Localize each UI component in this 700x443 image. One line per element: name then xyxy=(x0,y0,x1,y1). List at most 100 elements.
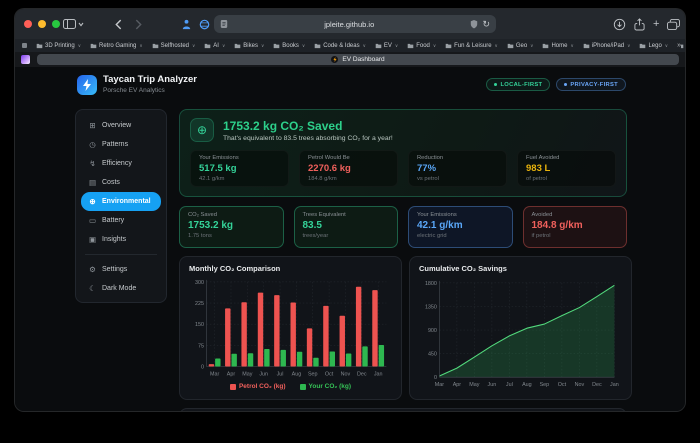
bookmark-folder[interactable]: Code & Ideas xyxy=(314,43,366,49)
svg-text:Oct: Oct xyxy=(558,382,567,388)
svg-text:Jun: Jun xyxy=(259,371,268,377)
tab-title: EV Dashboard xyxy=(342,56,384,63)
tile-value: 517.5 kg xyxy=(199,163,280,174)
grid-icon: ⊞ xyxy=(88,121,97,130)
stat-your-emissions: Your Emissions 42.1 g/km electric grid xyxy=(408,206,513,248)
page-subtitle: Porsche EV Analytics xyxy=(103,87,197,94)
svg-text:Sep: Sep xyxy=(540,382,550,388)
svg-text:Jul: Jul xyxy=(277,371,284,377)
sidebar-item-overview[interactable]: ⊞Overview xyxy=(81,116,161,135)
bookmark-folder[interactable]: Fun & Leisure xyxy=(445,43,498,49)
bookmark-folder[interactable]: Selfhosted xyxy=(152,43,196,49)
sidebar-item-costs[interactable]: ▤Costs xyxy=(81,173,161,192)
sidebar-item-patterns[interactable]: ◷Patterns xyxy=(81,135,161,154)
svg-text:Oct: Oct xyxy=(325,371,334,377)
pinned-tab[interactable] xyxy=(21,55,30,64)
reload-icon[interactable]: ↻ xyxy=(482,20,490,29)
sidebar-item-settings[interactable]: ⚙Settings xyxy=(81,260,161,279)
clock-icon: ◷ xyxy=(88,140,97,149)
sidebar-item-insights[interactable]: ▣Insights xyxy=(81,230,161,249)
svg-text:1350: 1350 xyxy=(425,304,437,310)
sidebar-divider xyxy=(85,254,157,255)
bookmark-folder[interactable]: Geo xyxy=(507,43,534,49)
bookmark-folder[interactable]: Books xyxy=(273,43,305,49)
legend-your[interactable]: Your CO₂ (kg) xyxy=(300,383,352,390)
share-button[interactable] xyxy=(634,16,645,32)
globe-icon: ⊕ xyxy=(190,118,214,142)
bookmark-folder[interactable]: AI xyxy=(204,43,225,49)
share-icon xyxy=(634,18,645,31)
extension-button-2[interactable] xyxy=(199,16,210,32)
reader-icon xyxy=(220,19,228,29)
svg-text:Mar: Mar xyxy=(210,371,219,377)
new-tab-button[interactable]: + xyxy=(653,16,659,32)
sidebar-item-battery[interactable]: ▭Battery xyxy=(81,211,161,230)
downloads-button[interactable] xyxy=(613,16,626,32)
svg-text:Aug: Aug xyxy=(522,382,532,388)
battery-icon: ▭ xyxy=(88,216,97,225)
stat-value: 83.5 xyxy=(303,220,390,231)
svg-text:75: 75 xyxy=(198,343,204,349)
svg-text:900: 900 xyxy=(428,328,437,334)
tab-ev-dashboard[interactable]: EV Dashboard xyxy=(37,54,679,65)
close-window-button[interactable] xyxy=(24,20,32,28)
tile-fuel-avoided: Fuel Avoided 983 L of petrol xyxy=(517,150,616,187)
address-bar[interactable]: jpleite.github.io ↻ xyxy=(214,15,496,33)
status-dot-icon xyxy=(564,83,567,86)
forward-icon xyxy=(135,19,142,30)
page-header: Taycan Trip Analyzer Porsche EV Analytic… xyxy=(15,67,685,103)
status-dot-icon xyxy=(494,83,497,86)
tab-overview-button[interactable] xyxy=(667,16,680,32)
legend-petrol[interactable]: Petrol CO₂ (kg) xyxy=(230,383,286,390)
tab-overview-icon xyxy=(667,19,680,30)
extension-button-1[interactable] xyxy=(181,16,192,32)
svg-text:150: 150 xyxy=(195,322,204,328)
bookmark-folder[interactable]: iPhone/iPad xyxy=(583,43,631,49)
svg-text:1800: 1800 xyxy=(425,281,437,287)
chart-title: Cumulative CO₂ Savings xyxy=(419,264,622,273)
svg-text:Dec: Dec xyxy=(357,371,367,377)
sidebar-item-dark-mode[interactable]: ☾Dark Mode xyxy=(81,279,161,298)
minimize-window-button[interactable] xyxy=(38,20,46,28)
next-section-card xyxy=(179,408,627,412)
tile-value: 2270.6 kg xyxy=(308,163,389,174)
bookmarks-overflow-button[interactable]: » xyxy=(671,39,681,52)
local-first-badge: LOCAL-FIRST xyxy=(486,78,550,91)
tile-reduction: Reduction 77% vs petrol xyxy=(408,150,507,187)
stat-cards-row: CO₂ Saved 1753.2 kg 1.75 tons Trees Equi… xyxy=(179,206,627,248)
svg-text:Jul: Jul xyxy=(506,382,513,388)
bookmark-folder[interactable]: Home xyxy=(542,43,573,49)
forward-button[interactable] xyxy=(135,16,142,32)
back-button[interactable] xyxy=(115,16,122,32)
svg-text:May: May xyxy=(242,371,252,377)
sidebar-toggle-button[interactable] xyxy=(63,16,84,32)
zoom-window-button[interactable] xyxy=(52,20,60,28)
bookmark-folder[interactable]: Food xyxy=(407,43,436,49)
svg-text:0: 0 xyxy=(434,375,437,381)
cumulative-co2-area-chart: MarAprMayJunJulAugSepOctNovDecJan0450900… xyxy=(419,276,622,392)
moon-icon: ☾ xyxy=(88,284,97,293)
sidebar-item-efficiency[interactable]: ↯Efficiency xyxy=(81,154,161,173)
svg-text:Jan: Jan xyxy=(610,382,619,388)
monthly-co2-chart-card: Monthly CO₂ Comparison MarAprMayJunJulAu… xyxy=(179,256,402,400)
bookmark-folder[interactable]: Retro Gaming xyxy=(90,43,143,49)
co2-saved-hero-card: ⊕ 1753.2 kg CO₂ Saved That's equivalent … xyxy=(179,109,627,197)
sidebar-item-environmental[interactable]: ⊕Environmental xyxy=(81,192,161,211)
bookmark-folder[interactable]: 3D Printing xyxy=(36,43,81,49)
co2-saved-subtitle: That's equivalent to 83.5 trees absorbin… xyxy=(223,135,393,142)
tab-bar: EV Dashboard xyxy=(15,52,685,67)
bookmark-folder[interactable]: EV xyxy=(375,43,398,49)
lightning-icon: ↯ xyxy=(88,159,97,168)
svg-text:0: 0 xyxy=(201,364,204,370)
bookmark-folder[interactable]: Lego xyxy=(639,43,668,49)
chart-title: Monthly CO₂ Comparison xyxy=(189,264,392,273)
lightning-icon xyxy=(82,79,92,91)
gear-icon: ⚙ xyxy=(88,265,97,274)
cumulative-co2-chart-card: Cumulative CO₂ Savings MarAprMayJunJulAu… xyxy=(409,256,632,400)
legend-swatch-green xyxy=(300,384,306,390)
bookmark-folder[interactable]: Bikes xyxy=(234,43,264,49)
svg-text:Nov: Nov xyxy=(575,382,585,388)
chart-legend: Petrol CO₂ (kg) Your CO₂ (kg) xyxy=(189,381,392,392)
stat-value: 42.1 g/km xyxy=(417,220,504,231)
browser-window: jpleite.github.io ↻ + 3D Printing Retro … xyxy=(14,8,686,412)
